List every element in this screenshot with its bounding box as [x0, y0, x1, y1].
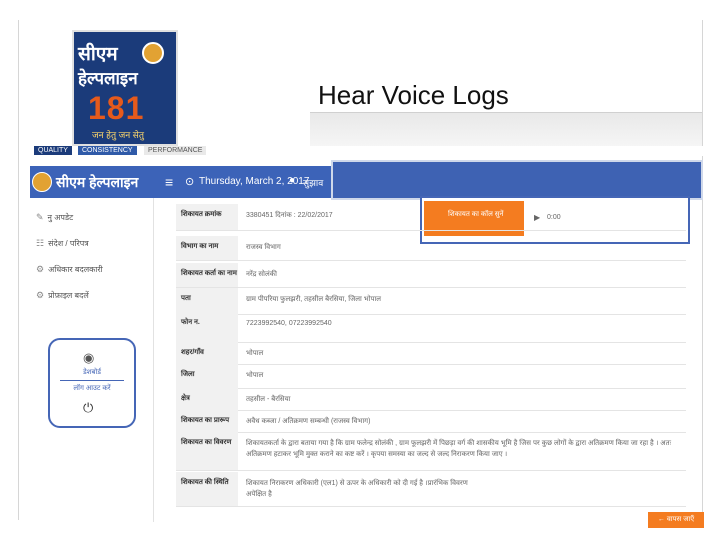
row-label: शिकायत कर्ता का नाम: [176, 263, 238, 287]
logo-number: 181: [88, 90, 145, 126]
row-label: जिला: [176, 364, 238, 388]
row-label: विभाग का नाम: [176, 236, 238, 260]
table-row: क्षेत्र तहसील - बैरसिया: [176, 388, 686, 411]
row-value: भोपाल: [246, 350, 264, 357]
logout-link[interactable]: लॉग आउट करें: [50, 384, 134, 393]
table-row: शिकायत का प्रारूप अवैध कब्जा / अतिक्रमण …: [176, 410, 686, 433]
app-brand: सीएम हेल्पलाइन: [56, 174, 139, 190]
row-value: शिकायतकर्ता के द्वारा बताया गया है कि ग्…: [246, 440, 672, 458]
qcp-quality: QUALITY: [34, 146, 72, 155]
emblem-icon: [142, 42, 164, 64]
app-topbar: ≡ ⊙ Thursday, March 2, 2017 ● सुझाव: [155, 166, 331, 198]
cm-helpline-logo: सीएम हेल्पलाइन 181 जन हेतु जन सेतु: [72, 30, 178, 146]
chat-icon: ●: [289, 175, 296, 186]
row-label: क्षेत्र: [176, 388, 238, 410]
row-label: फोन न.: [176, 312, 238, 342]
table-row: शिकायत कर्ता का नाम नरेंद्र सोलंकी: [176, 263, 686, 288]
slide-right-rule: [702, 20, 703, 520]
logo-line2: हेल्पलाइन: [78, 69, 138, 88]
row-value: 3380451 दिनांक : 22/02/2017: [246, 212, 333, 219]
sidebar-item-profile[interactable]: ⚙ प्रोफ़ाइल बदलें: [36, 290, 89, 301]
gear-icon: ⚙: [36, 290, 45, 300]
qcp-performance: PERFORMANCE: [144, 146, 207, 155]
slide-left-rule: [18, 20, 19, 520]
row-value: 7223992540, 07223992540: [246, 320, 332, 327]
title-underline: [310, 112, 702, 113]
gear-icon: ⚙: [36, 264, 45, 274]
panel-divider: [60, 380, 124, 381]
app-emblem-icon: [32, 172, 52, 192]
table-row: शिकायत की स्थिति शिकायत निराकरण अधिकारी …: [176, 472, 686, 507]
row-value: अवैध कब्जा / अतिक्रमण सम्बन्धी (राजस्व व…: [246, 418, 371, 425]
back-button[interactable]: ← वापस जाएँ: [648, 512, 704, 528]
table-row: शिकायत का विवरण शिकायतकर्ता के द्वारा बत…: [176, 432, 686, 471]
row-label: शिकायत का प्रारूप: [176, 410, 238, 432]
suggestion-link[interactable]: सुझाव: [303, 176, 323, 189]
slide-title: Hear Voice Logs: [318, 80, 509, 110]
menu-icon[interactable]: ≡: [165, 174, 173, 190]
row-label: शहर/गाँव: [176, 342, 238, 364]
logo-line1: सीएम: [78, 44, 118, 65]
table-row: फोन न. 7223992540, 07223992540: [176, 312, 686, 343]
highlight-bar: [331, 160, 703, 200]
calendar-icon: ⊙: [185, 176, 195, 188]
qcp-consistency: CONSISTENCY: [78, 146, 137, 155]
table-row: शहर/गाँव भोपाल: [176, 342, 686, 365]
sidebar-item-messages[interactable]: ☷ संदेश / परिपत्र: [36, 238, 89, 249]
dashboard-link[interactable]: डेशबोर्ड: [50, 368, 134, 377]
table-row: शिकायत क्रमांक 3380451 दिनांक : 22/02/20…: [176, 204, 686, 231]
messages-icon: ☷: [36, 238, 45, 248]
row-value: नरेंद्र सोलंकी: [246, 271, 277, 278]
table-row: जिला भोपाल: [176, 364, 686, 389]
row-label: पता: [176, 288, 238, 314]
qcp-strip: QUALITY CONSISTENCY PERFORMANCE: [34, 146, 704, 156]
sidebar-item-label: प्रोफ़ाइल बदलें: [48, 291, 89, 300]
row-label: शिकायत क्रमांक: [176, 204, 238, 230]
sidebar-item-update[interactable]: ✎ नु अपडेट: [36, 212, 73, 223]
app-brand-bar: सीएम हेल्पलाइन: [30, 166, 155, 198]
sidebar-panel: ◉ डेशबोर्ड लॉग आउट करें ⏻: [48, 338, 136, 428]
row-value: राजस्व विभाग: [246, 244, 281, 251]
row-label: शिकायत की स्थिति: [176, 472, 238, 506]
slide-title-bar: Hear Voice Logs: [310, 76, 702, 120]
row-value: तहसील - बैरसिया: [246, 396, 291, 403]
sidebar-item-label: नु अपडेट: [47, 213, 74, 222]
power-icon[interactable]: ⏻: [83, 400, 93, 416]
table-row: पता ग्राम पीपरिया फुलझरी, तहसील बैरसिया,…: [176, 288, 686, 315]
dashboard-icon[interactable]: ◉: [83, 350, 94, 366]
sidebar-item-rights[interactable]: ⚙ अधिकार बदलकारी: [36, 264, 103, 275]
table-row: विभाग का नाम राजस्व विभाग: [176, 236, 686, 261]
edit-icon: ✎: [36, 212, 44, 222]
row-label: शिकायत का विवरण: [176, 432, 238, 470]
sidebar: ✎ नु अपडेट ☷ संदेश / परिपत्र ⚙ अधिकार बदलका…: [30, 198, 154, 522]
row-value: भोपाल: [246, 372, 264, 379]
sidebar-item-label: अधिकार बदलकारी: [48, 265, 103, 274]
sidebar-item-label: संदेश / परिपत्र: [48, 239, 89, 248]
row-value: ग्राम पीपरिया फुलझरी, तहसील बैरसिया, जिल…: [246, 296, 382, 303]
row-value: शिकायत निराकरण अधिकारी (एल1) से ऊपर के अ…: [246, 480, 468, 498]
logo-tagline: जन हेतु जन सेतु: [92, 130, 144, 140]
